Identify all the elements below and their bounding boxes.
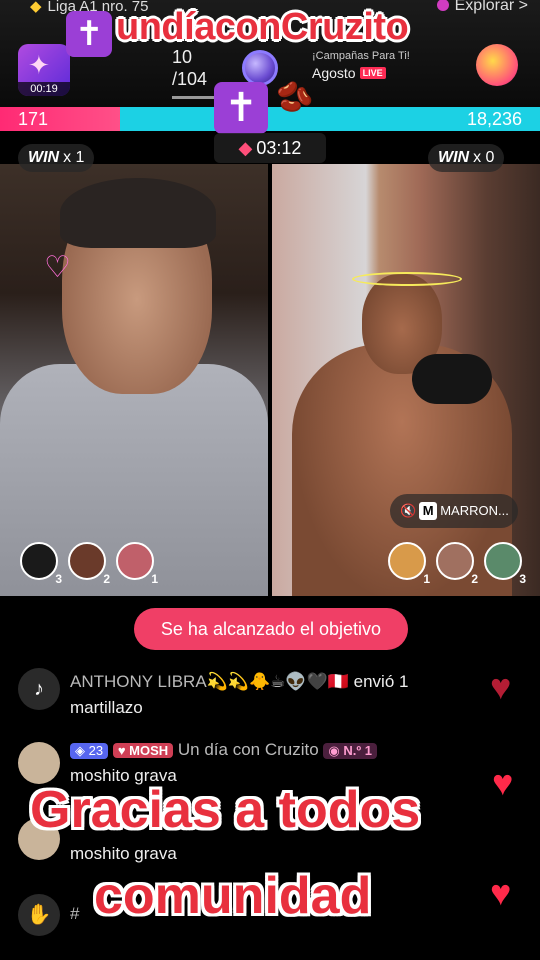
right-contributor-1[interactable]: 1: [388, 542, 430, 586]
microphone: [412, 354, 492, 404]
right-score: 18,236: [466, 109, 522, 129]
left-streamer-hair: [60, 178, 216, 248]
right-video[interactable]: [272, 164, 540, 596]
tiktok-logo-icon: ♪: [18, 668, 60, 710]
explore-dot-icon: [436, 0, 449, 11]
wave-hand-icon: ✋: [18, 894, 60, 936]
battle-score-bar: 171 18,236: [0, 107, 540, 131]
left-win-badge: WIN x 1: [18, 144, 95, 172]
live-badge: LIVE: [359, 67, 386, 79]
cross-icon: ✝: [214, 82, 268, 134]
sound-tag[interactable]: 🔇 M MARRON...: [390, 494, 518, 528]
battle-countdown: ◆ 03:12: [214, 133, 326, 163]
fan-club-badge: ♥ MOSH: [112, 743, 174, 758]
heart-icon: ♥: [490, 872, 512, 913]
level-badge: ◈ 23: [70, 743, 109, 759]
m-logo-icon: M: [419, 502, 438, 520]
host-event-box[interactable]: ✦ 00:19: [18, 44, 70, 96]
diamond-icon: ◆: [30, 0, 42, 15]
rank-badge: ◉ N.º 1: [323, 743, 377, 759]
left-contributor-1[interactable]: 3: [20, 542, 62, 586]
left-score: 171: [18, 109, 49, 129]
beans-emoji: 🫘: [276, 81, 314, 114]
title-overlay: ✝ undíaconCruzito: [66, 6, 409, 57]
chevron-right-icon: >: [518, 0, 528, 14]
cross-icon: ✝: [66, 11, 112, 57]
right-contributor-3[interactable]: 3: [484, 542, 526, 586]
right-contributor-2[interactable]: 2: [436, 542, 478, 586]
avatar: [18, 742, 60, 784]
goal-reached-pill: Se ha alcanzado el objetivo: [134, 608, 408, 650]
sparkle-icon: ✦: [28, 50, 50, 80]
right-win-badge: WIN x 0: [428, 144, 505, 172]
heart-sticker-icon: ♡: [44, 251, 71, 284]
progress-line: [172, 96, 220, 99]
event-timer: 00:19: [18, 82, 70, 96]
left-video[interactable]: [0, 164, 268, 596]
battle-icon: ◆: [238, 138, 253, 158]
heart-icon: ♥: [492, 762, 514, 803]
left-contributor-2[interactable]: 2: [68, 542, 110, 586]
gift-icon[interactable]: [476, 44, 518, 86]
mute-icon: 🔇: [400, 503, 417, 518]
caption-line-1: Gracias a todos: [30, 781, 421, 839]
halo-effect: [352, 272, 462, 286]
heart-icon: ♥: [490, 666, 512, 707]
left-contributor-3[interactable]: 1: [116, 542, 158, 586]
explore-button[interactable]: Explorar >: [436, 0, 528, 15]
caption-line-2: comunidad: [94, 867, 372, 925]
